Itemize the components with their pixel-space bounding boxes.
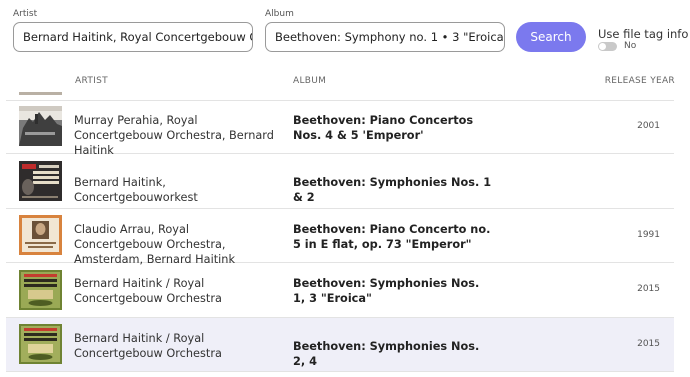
album-input[interactable]: Beethoven: Symphony no. 1 • 3 "Eroica"	[265, 22, 505, 52]
release-year-cell: 2015	[637, 339, 660, 349]
album-cell: Beethoven: Symphonies Nos. 1 & 2	[293, 176, 492, 204]
album-cover-image	[19, 324, 62, 364]
release-year-cell: 2015	[637, 284, 660, 294]
table-row[interactable]: Bernard Haitink / Royal Concertgebouw Or…	[6, 318, 674, 372]
artist-cell: Claudio Arrau, Royal Concertgebouw Orche…	[74, 223, 235, 266]
album-cover-image	[19, 270, 62, 310]
column-header-album[interactable]: ALBUM	[293, 76, 326, 86]
table-row[interactable]: Murray Perahia, Royal Concertgebouw Orch…	[6, 100, 674, 157]
album-cover-image	[19, 215, 62, 255]
artist-cell: Bernard Haitink / Royal Concertgebouw Or…	[74, 332, 222, 360]
search-button[interactable]: Search	[516, 22, 586, 52]
file-tag-toggle[interactable]	[598, 42, 617, 51]
release-year-cell: 2001	[637, 121, 660, 131]
album-cover-image	[19, 161, 62, 201]
table-row[interactable]: Claudio Arrau, Royal Concertgebouw Orche…	[6, 209, 674, 266]
artist-cell: Murray Perahia, Royal Concertgebouw Orch…	[74, 114, 274, 157]
artist-field-label: Artist	[13, 9, 38, 19]
artist-cell: Bernard Haitink / Royal Concertgebouw Or…	[74, 277, 222, 305]
artist-cell: Bernard Haitink, Concertgebouworkest	[74, 176, 198, 204]
table-row[interactable]: Bernard Haitink / Royal Concertgebouw Or…	[6, 263, 674, 318]
album-field-label: Album	[265, 9, 294, 19]
album-cover-image	[19, 92, 62, 95]
album-cell: Beethoven: Symphonies Nos. 1, 3 "Eroica"	[293, 277, 480, 305]
file-tag-toggle-state: No	[624, 41, 637, 51]
album-cell: Beethoven: Piano Concertos Nos. 4 & 5 'E…	[293, 114, 474, 142]
column-header-artist[interactable]: ARTIST	[75, 76, 108, 86]
file-tag-label: Use file tag info	[598, 27, 689, 41]
column-header-release-year[interactable]: RELEASE YEAR	[605, 76, 675, 86]
artist-input[interactable]: Bernard Haitink, Royal Concertgebouw Orc…	[13, 22, 253, 52]
table-row[interactable]: Bernard Haitink, Concertgebouworkest Bee…	[6, 154, 674, 209]
album-cover-image	[19, 106, 62, 146]
toggle-knob	[599, 43, 606, 50]
album-cell: Beethoven: Symphonies Nos. 2, 4	[293, 340, 480, 368]
release-year-cell: 1991	[637, 230, 660, 240]
album-cell: Beethoven: Piano Concerto no. 5 in E fla…	[293, 223, 491, 251]
